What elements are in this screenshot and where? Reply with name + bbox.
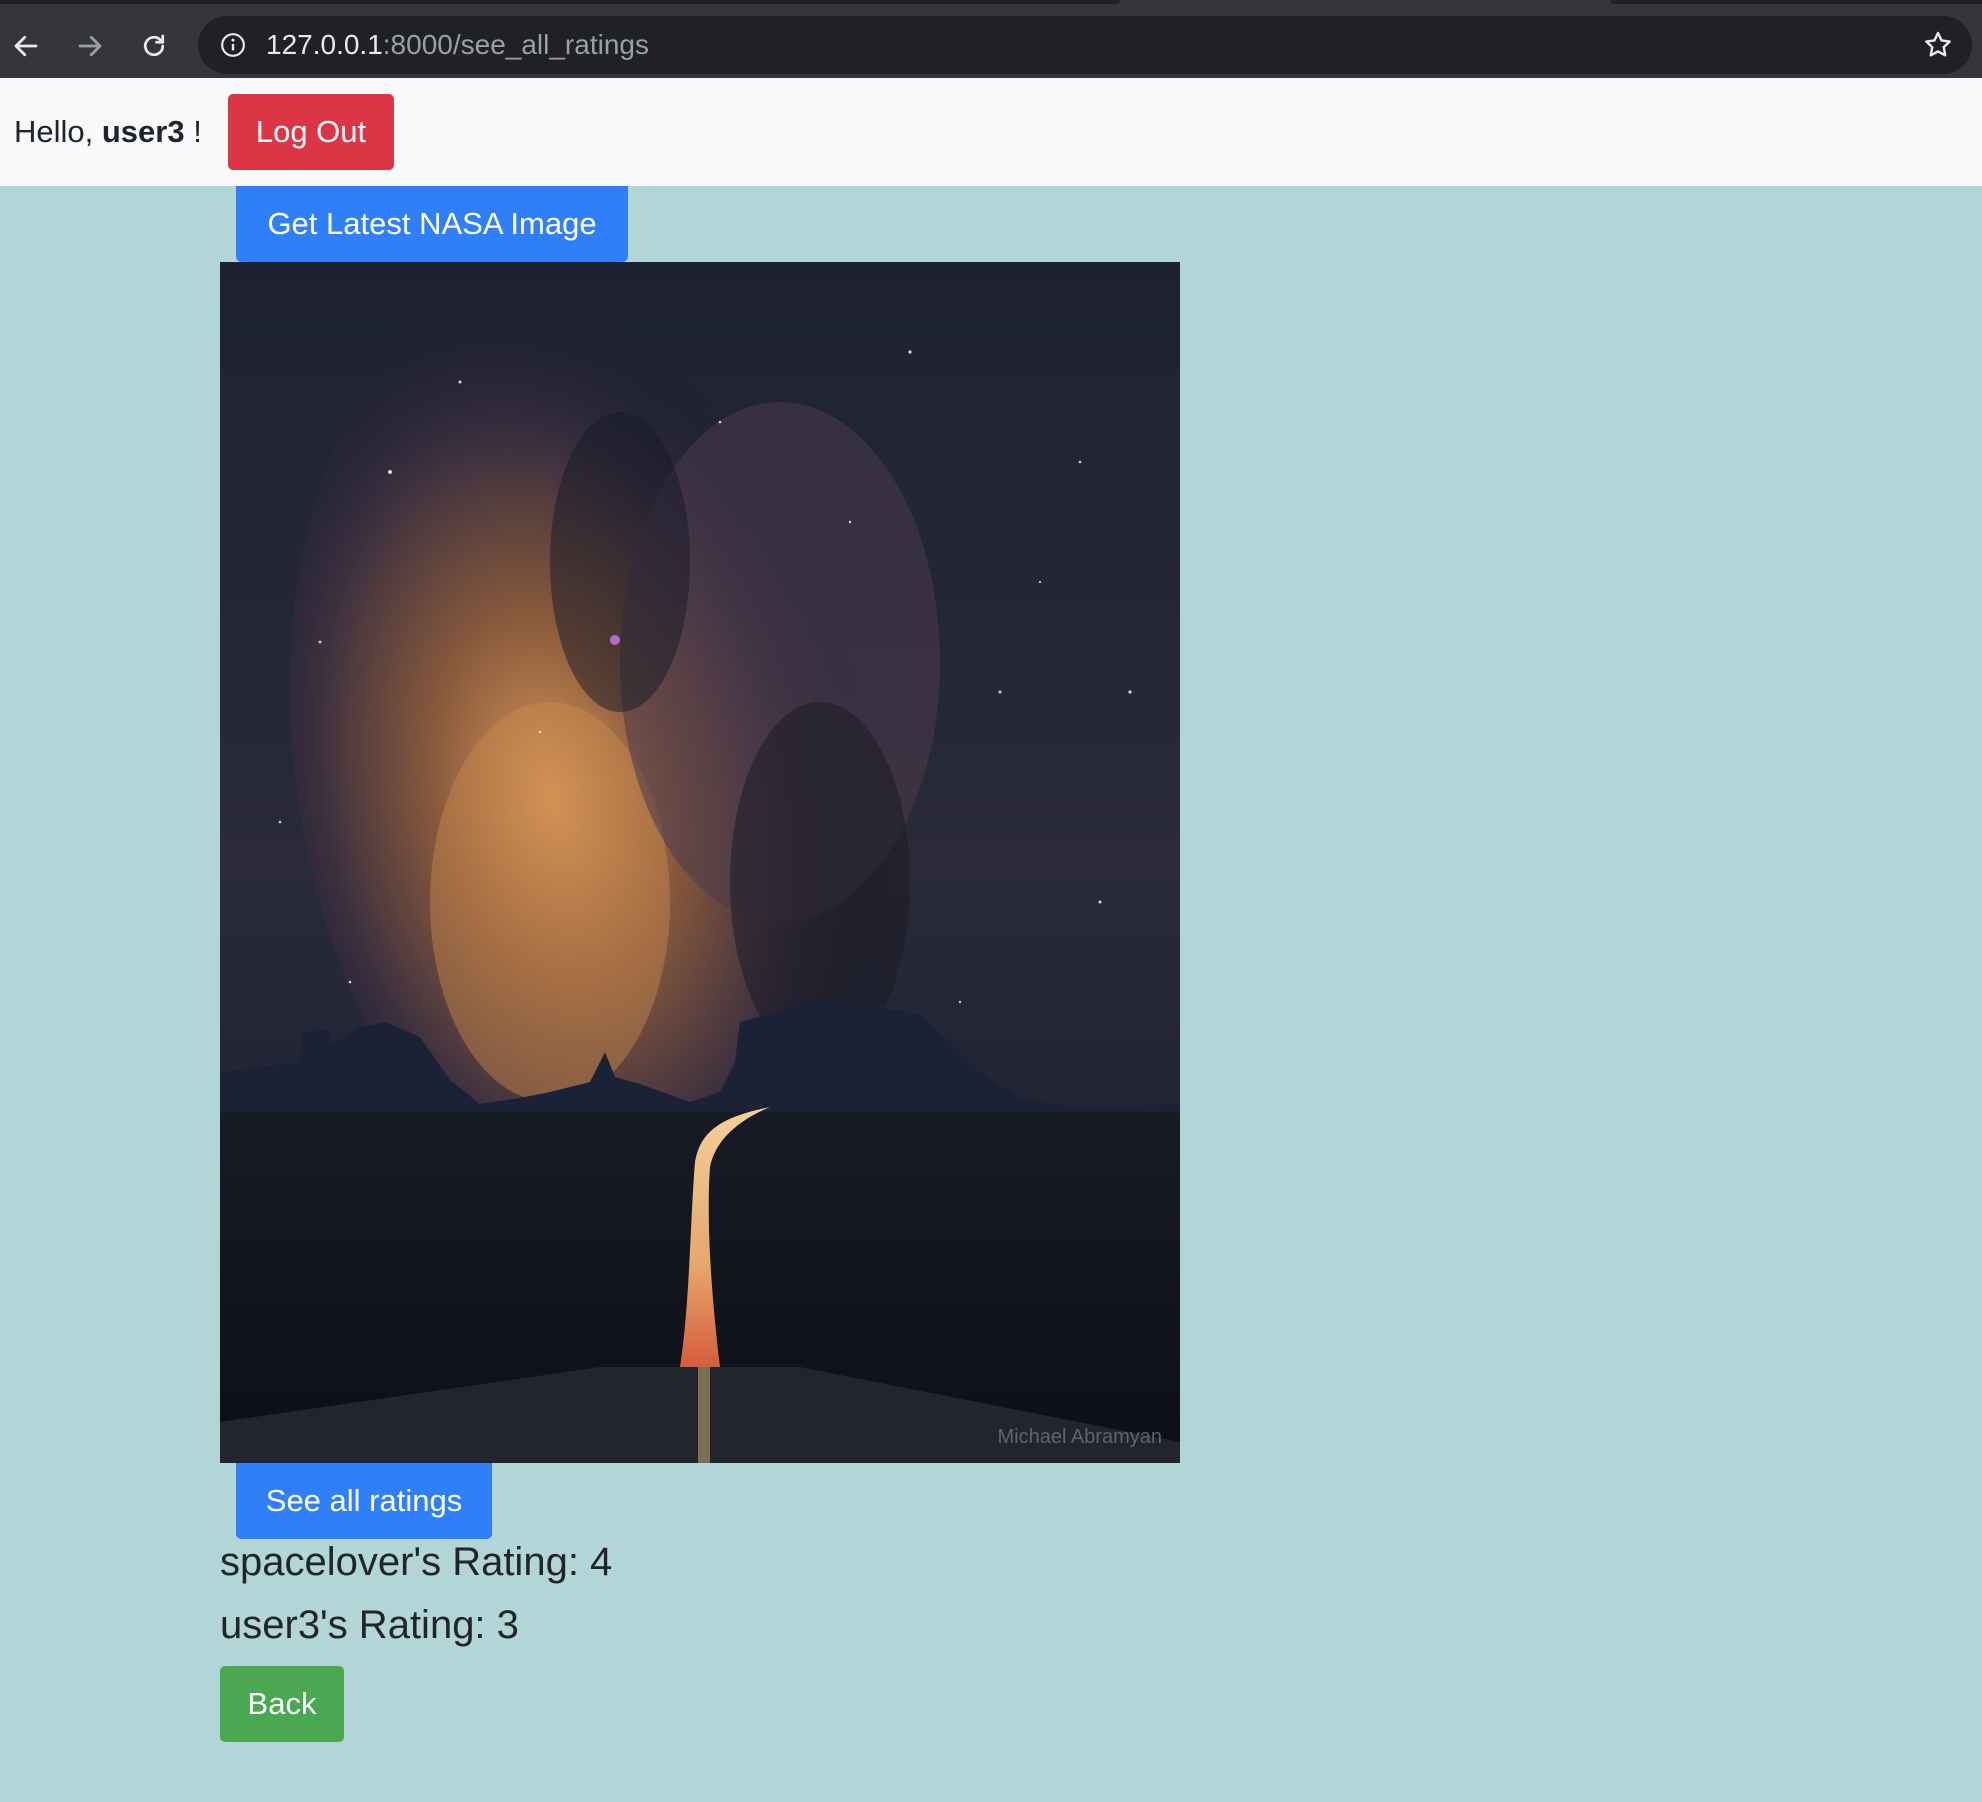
tab-edge	[0, 0, 1120, 4]
browser-tab-strip	[0, 0, 1982, 12]
star-icon[interactable]	[1922, 29, 1954, 61]
rating-line: spacelover's Rating: 4	[220, 1540, 613, 1584]
reload-icon[interactable]	[134, 26, 174, 66]
address-bar[interactable]: 127.0.0.1:8000/see_all_ratings	[198, 16, 1972, 74]
back-arrow-icon[interactable]	[6, 26, 46, 66]
greeting-prefix: Hello,	[14, 114, 102, 149]
url-host: 127.0.0.1	[266, 29, 383, 60]
browser-toolbar: 127.0.0.1:8000/see_all_ratings	[0, 12, 1982, 78]
url-text[interactable]: 127.0.0.1:8000/see_all_ratings	[266, 16, 649, 74]
page-header: Hello, user3 ! Log Out	[0, 78, 1982, 186]
info-icon[interactable]	[220, 32, 246, 58]
tab-edge	[1610, 0, 1982, 4]
see-all-ratings-button[interactable]: See all ratings	[236, 1463, 492, 1539]
nasa-image: Michael Abramyan	[220, 262, 1180, 1463]
greeting: Hello, user3 !	[14, 78, 202, 186]
nasa-image-picture	[220, 262, 1180, 1463]
rating-line: user3's Rating: 3	[220, 1603, 519, 1647]
forward-arrow-icon[interactable]	[70, 26, 110, 66]
get-latest-image-button[interactable]: Get Latest NASA Image	[236, 186, 628, 262]
back-button[interactable]: Back	[220, 1666, 344, 1742]
logout-button[interactable]: Log Out	[228, 94, 394, 170]
url-path: :8000/see_all_ratings	[382, 29, 649, 60]
image-credit: Michael Abramyan	[997, 1426, 1162, 1448]
username: user3	[101, 114, 185, 149]
greeting-suffix: !	[184, 114, 202, 149]
